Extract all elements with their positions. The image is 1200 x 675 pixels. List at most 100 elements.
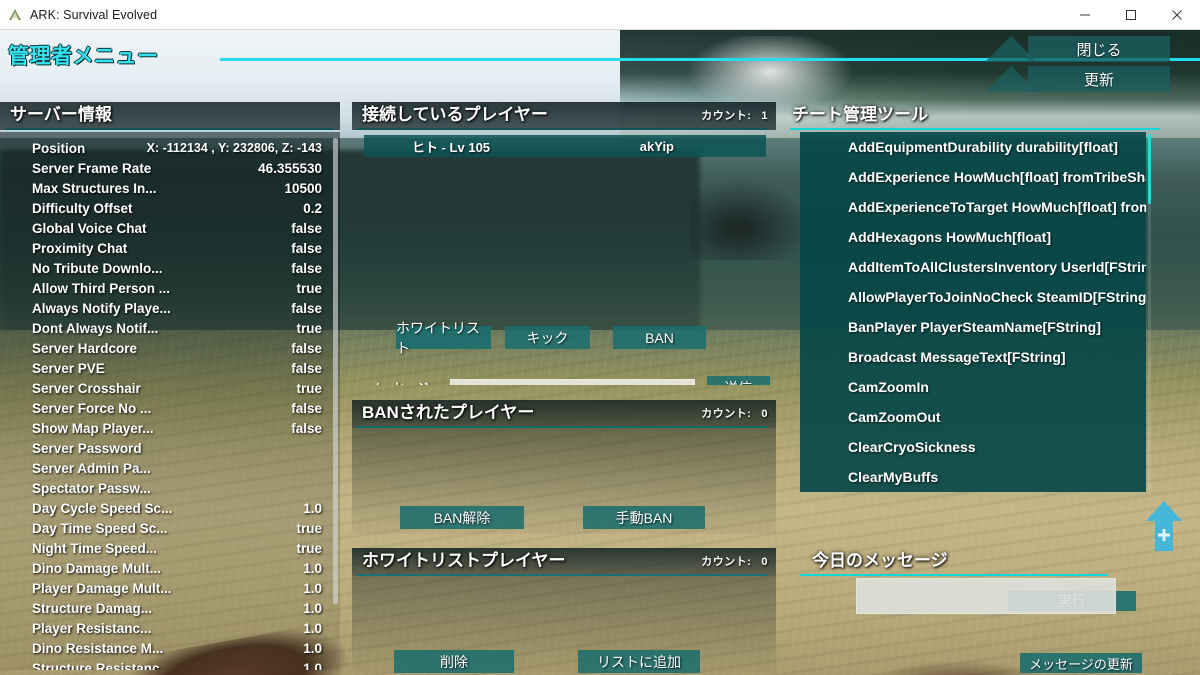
close-button[interactable]	[1154, 0, 1200, 30]
server-info-panel: サーバー情報 Position X: -112134 , Y: 232806, Z…	[0, 102, 340, 675]
server-info-row: Spectator Passw...	[0, 478, 340, 498]
server-info-key: Allow Third Person ...	[32, 280, 171, 296]
today-message-header: 今日のメッセージ	[800, 548, 1200, 574]
banned-action-buttons: BAN解除 手動BAN	[352, 506, 776, 529]
cheat-command-item[interactable]: AddExperience HowMuch[float] fromTribeSh…	[800, 162, 1146, 192]
ban-button[interactable]: BAN	[613, 326, 706, 349]
unban-button[interactable]: BAN解除	[400, 506, 524, 529]
server-info-row: Position X: -112134 , Y: 232806, Z: -143	[0, 138, 340, 158]
server-info-row: Always Notify Playe... false	[0, 298, 340, 318]
server-info-key: Day Time Speed Sc...	[32, 520, 168, 536]
banned-players-header: BANされたプレイヤー カウント: 0	[352, 400, 776, 426]
server-info-key: Server Hardcore	[32, 340, 138, 356]
cheat-command-item[interactable]: AddHexagons HowMuch[float]	[800, 222, 1146, 252]
server-info-list[interactable]: Position X: -112134 , Y: 232806, Z: -143 S…	[0, 132, 340, 670]
cheat-command-item[interactable]: AddEquipmentDurability durability[float]	[800, 132, 1146, 162]
whitelist-players-count: カウント: 0	[701, 553, 768, 572]
server-info-value: 10500	[284, 180, 322, 196]
banned-players-list[interactable]: BAN解除 手動BAN	[352, 428, 776, 534]
today-message-input[interactable]	[856, 578, 1116, 614]
whitelist-button[interactable]: ホワイトリスト	[396, 320, 491, 356]
cheat-tool-title: チート管理ツール	[792, 105, 928, 124]
server-info-row: Server Hardcore false	[0, 338, 340, 358]
server-info-key: Server Force No ...	[32, 400, 152, 416]
server-info-value: 1.0	[303, 600, 322, 616]
server-info-row: Allow Third Person ... true	[0, 278, 340, 298]
server-info-key: Always Notify Playe...	[32, 300, 171, 316]
server-info-key: Dino Damage Mult...	[32, 560, 162, 576]
cheat-command-item[interactable]: ClearMyBuffs	[800, 462, 1146, 492]
whitelist-players-list[interactable]: 削除 リストに追加	[352, 576, 776, 673]
maximize-button[interactable]	[1108, 0, 1154, 30]
cheat-command-item[interactable]: AddExperienceToTarget HowMuch[float] fro…	[800, 192, 1146, 222]
server-info-row: Night Time Speed... true	[0, 538, 340, 558]
banned-players-panel: BANされたプレイヤー カウント: 0 BAN解除 手動BAN	[352, 400, 776, 536]
server-info-key: Server PVE	[32, 360, 105, 376]
server-info-key: Structure Damag...	[32, 600, 153, 616]
server-info-row: Player Resistanc... 1.0	[0, 618, 340, 638]
whitelist-action-buttons: 削除 リストに追加	[352, 650, 776, 673]
cheat-command-item[interactable]: CamZoomIn	[800, 372, 1146, 402]
cheat-command-list[interactable]: AddEquipmentDurability durability[float]…	[800, 132, 1146, 492]
connected-players-title: 接続しているプレイヤー	[362, 105, 548, 124]
server-info-row: Server Crosshair true	[0, 378, 340, 398]
connected-players-list[interactable]: ヒト - Lv 105 akYip ホワイトリスト キック BAN メッセージ 送…	[352, 130, 776, 385]
server-info-row: Dino Damage Mult... 1.0	[0, 558, 340, 578]
add-to-list-button[interactable]: リストに追加	[578, 650, 700, 673]
server-info-key: Show Map Player...	[32, 420, 154, 436]
whitelist-players-title: ホワイトリストプレイヤー	[362, 551, 566, 570]
connected-player-row[interactable]: ヒト - Lv 105 akYip	[364, 135, 766, 157]
send-message-button[interactable]: 送信	[706, 376, 770, 385]
admin-refresh-button[interactable]: 更新	[1028, 66, 1170, 92]
server-info-key: Proximity Chat	[32, 240, 128, 256]
server-info-row: Max Structures In... 10500	[0, 178, 340, 198]
server-info-key: Server Password	[32, 440, 142, 456]
whitelist-players-count-value: 0	[761, 556, 768, 568]
server-info-key: Server Admin Pa...	[32, 460, 151, 476]
manual-ban-button[interactable]: 手動BAN	[583, 506, 705, 529]
server-info-key: Dino Resistance M...	[32, 640, 164, 656]
server-info-value: 1.0	[303, 560, 322, 576]
server-info-key: Position	[32, 140, 86, 156]
window-title: ARK: Survival Evolved	[30, 7, 158, 22]
message-send-row: メッセージ 送信	[352, 376, 776, 385]
server-info-key: Server Frame Rate	[32, 160, 152, 176]
whitelist-players-panel: ホワイトリストプレイヤー カウント: 0 削除 リストに追加	[352, 548, 776, 675]
delete-whitelist-button[interactable]: 削除	[394, 650, 514, 673]
server-info-value: true	[296, 380, 322, 396]
cheat-scrollbar-thumb[interactable]	[1148, 134, 1151, 204]
player-action-buttons: ホワイトリスト キック BAN	[352, 320, 776, 356]
server-info-row: Difficulty Offset 0.2	[0, 198, 340, 218]
server-info-key: Day Cycle Speed Sc...	[32, 500, 173, 516]
server-info-value: 46.355530	[258, 160, 322, 176]
cheat-command-item[interactable]: BanPlayer PlayerSteamName[FString]	[800, 312, 1146, 342]
server-info-key: Structure Resistanc...	[32, 660, 171, 671]
ark-logo-icon	[0, 7, 30, 23]
server-info-key: Spectator Passw...	[32, 480, 151, 496]
cheat-command-item[interactable]: Broadcast MessageText[FString]	[800, 342, 1146, 372]
server-info-row: No Tribute Downlo... false	[0, 258, 340, 278]
server-info-value: false	[291, 420, 322, 436]
server-info-row: Server PVE false	[0, 358, 340, 378]
cheat-command-item[interactable]: CamZoomOut	[800, 402, 1146, 432]
server-info-key: Dont Always Notif...	[32, 320, 159, 336]
server-info-row: Player Damage Mult... 1.0	[0, 578, 340, 598]
minimize-button[interactable]	[1062, 0, 1108, 30]
admin-close-button[interactable]: 閉じる	[1028, 36, 1170, 62]
kick-button[interactable]: キック	[505, 326, 590, 349]
cheat-command-item[interactable]: ClearCryoSickness	[800, 432, 1146, 462]
server-info-value: 0.2	[303, 200, 322, 216]
server-info-key: Global Voice Chat	[32, 220, 147, 236]
server-info-row: Server Admin Pa...	[0, 458, 340, 478]
server-info-key: Player Damage Mult...	[32, 580, 172, 596]
server-info-row: Server Frame Rate 46.355530	[0, 158, 340, 178]
server-info-row: Day Cycle Speed Sc... 1.0	[0, 498, 340, 518]
update-message-button[interactable]: メッセージの更新	[1020, 653, 1142, 673]
message-input[interactable]	[449, 378, 695, 385]
today-message-rule	[800, 574, 1108, 576]
connected-players-count-label: カウント:	[701, 110, 752, 122]
cheat-tool-panel: チート管理ツール AddEquipmentDurability durabili…	[790, 102, 1200, 611]
cheat-command-item[interactable]: AddItemToAllClustersInventory UserId[FSt…	[800, 252, 1146, 282]
server-info-scrollbar[interactable]	[333, 138, 338, 604]
cheat-command-item[interactable]: AllowPlayerToJoinNoCheck SteamID[FString…	[800, 282, 1146, 312]
